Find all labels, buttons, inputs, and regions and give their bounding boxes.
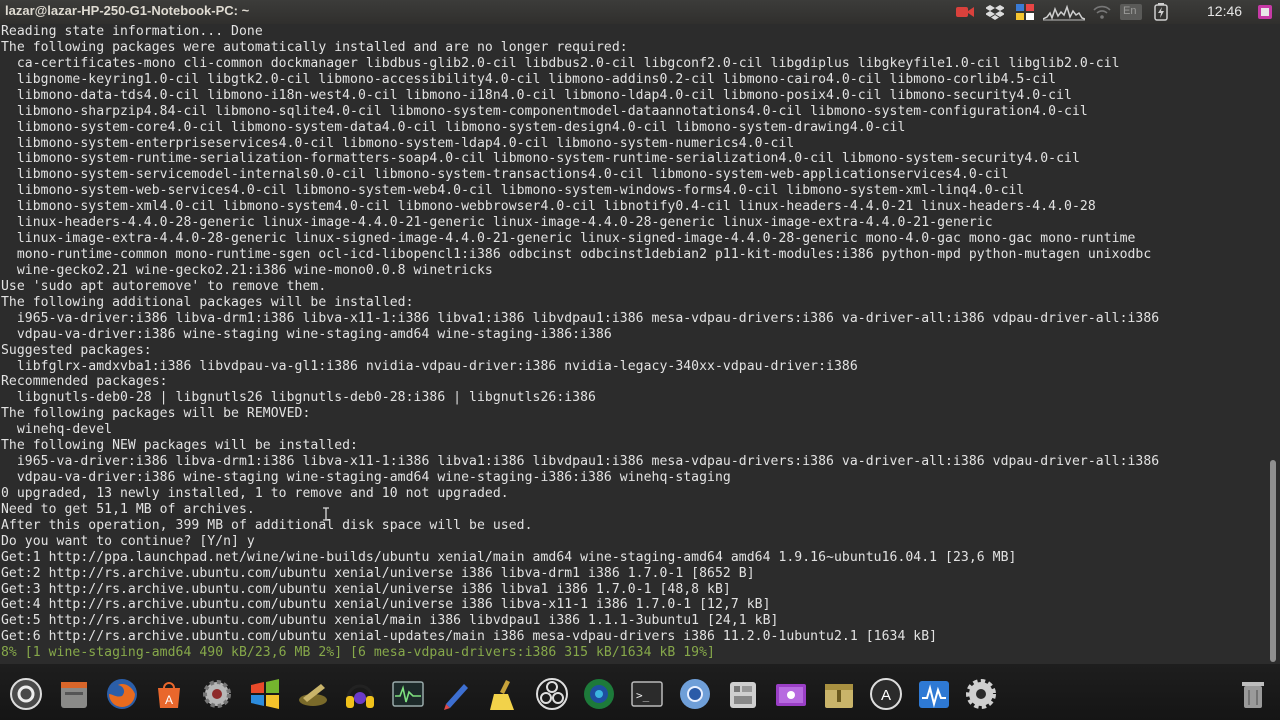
firefox-icon[interactable] — [104, 676, 140, 712]
terminal-line: libmono-system-web-services4.0-cil libmo… — [1, 183, 1025, 199]
terminal-line: libmono-system-runtime-serialization-for… — [1, 151, 1080, 167]
activity-monitor-icon[interactable] — [916, 676, 952, 712]
terminal-line: Use 'sudo apt autoremove' to remove them… — [1, 278, 327, 294]
terminal-line: vdpau-va-driver:i386 wine-staging wine-s… — [1, 470, 731, 486]
terminal-icon[interactable]: >_ — [629, 676, 665, 712]
pen-tool-icon[interactable] — [438, 676, 474, 712]
terminal-line: libmono-sharpzip4.84-cil libmono-sqlite4… — [1, 103, 1088, 119]
terminal-line: libmono-system-enterpriseservices4.0-cil… — [1, 135, 795, 151]
terminal-line: winehq-devel — [1, 422, 113, 438]
update-manager-icon[interactable]: A — [868, 676, 904, 712]
software-center-icon[interactable]: A — [151, 676, 187, 712]
gear-icon[interactable] — [963, 676, 999, 712]
terminal-line: i965-va-driver:i386 libva-drm1:i386 libv… — [1, 454, 1160, 470]
terminal-line: The following packages were automaticall… — [1, 39, 628, 55]
terminal-line: ca-certificates-mono cli-common dockmana… — [1, 55, 1120, 71]
dropbox-icon[interactable] — [985, 3, 1005, 21]
system-monitor-graph-icon[interactable] — [1042, 3, 1086, 21]
terminal-line: libfglrx-amdxvba1:i386 libvdpau-va-gl1:i… — [1, 358, 858, 374]
terminal-line: Get:6 http://rs.archive.ubuntu.com/ubunt… — [1, 629, 938, 645]
playonlinux-icon[interactable] — [295, 676, 331, 712]
terminal-line: Get:3 http://rs.archive.ubuntu.com/ubunt… — [1, 581, 731, 597]
terminal-line: The following additional packages will b… — [1, 294, 414, 310]
clock[interactable]: 12:46 — [1207, 3, 1242, 19]
terminal-line: libgnome-keyring1.0-cil libgtk2.0-cil li… — [1, 71, 1057, 87]
text-cursor-icon — [322, 506, 330, 521]
svg-text:>_: >_ — [636, 689, 650, 702]
terminal-line: libmono-system-xml4.0-cil libmono-system… — [1, 199, 1096, 215]
terminal-line: The following packages will be REMOVED: — [1, 406, 311, 422]
terminal-line: libgnutls-deb0-28 | libgnutls26 libgnutl… — [1, 390, 596, 406]
top-panel: lazar@lazar-HP-250-G1-Notebook-PC: ~ En … — [0, 0, 1280, 24]
terminal-line: Get:5 http://rs.archive.ubuntu.com/ubunt… — [1, 613, 779, 629]
archive-manager-icon[interactable] — [821, 676, 857, 712]
keyboard-layout-icon[interactable]: En — [1120, 4, 1142, 20]
terminal-line: linux-image-extra-4.4.0-28-generic linux… — [1, 231, 1136, 247]
screen-recorder-icon[interactable] — [773, 676, 809, 712]
device-manager-icon[interactable] — [725, 676, 761, 712]
terminal-line: Reading state information... Done — [1, 24, 263, 39]
terminal-line: libmono-system-core4.0-cil libmono-syste… — [1, 119, 906, 135]
terminal-line: Do you want to continue? [Y/n] y — [1, 533, 255, 549]
terminal-line: Get:4 http://rs.archive.ubuntu.com/ubunt… — [1, 597, 771, 613]
terminal-line: After this operation, 399 MB of addition… — [1, 517, 533, 533]
terminal-line: Get:1 http://ppa.launchpad.net/wine/wine… — [1, 549, 1017, 565]
download-progress-line: 8% [1 wine-staging-amd64 490 kB/23,6 MB … — [1, 645, 715, 661]
record-icon[interactable] — [955, 3, 975, 21]
apps-grid-icon[interactable] — [1015, 3, 1035, 21]
terminal-line: libmono-data-tds4.0-cil libmono-i18n-wes… — [1, 87, 1072, 103]
terminal-line: The following NEW packages will be insta… — [1, 438, 358, 454]
wine-config-icon[interactable] — [199, 676, 235, 712]
wifi-icon[interactable] — [1093, 3, 1111, 21]
terminal-line: i965-va-driver:i386 libva-drm1:i386 libv… — [1, 310, 1160, 326]
cleaner-broom-icon[interactable] — [486, 676, 522, 712]
terminal-output[interactable]: Reading state information... Done The fol… — [0, 24, 1280, 664]
terminal-line: wine-gecko2.21 wine-gecko2.21:i386 wine-… — [1, 262, 493, 278]
obs-studio-icon[interactable] — [534, 676, 570, 712]
terminal-line: linux-headers-4.4.0-28-generic linux-ima… — [1, 215, 993, 231]
audio-headphones-icon[interactable] — [342, 676, 378, 712]
globe-icon[interactable] — [581, 676, 617, 712]
ubuntu-settings-icon[interactable] — [8, 676, 44, 712]
terminal-line: Suggested packages: — [1, 342, 152, 358]
svg-text:A: A — [165, 693, 173, 707]
terminal-line: Need to get 51,1 MB of archives. — [1, 501, 255, 517]
battery-icon[interactable] — [1152, 3, 1170, 21]
terminal-line: 0 upgraded, 13 newly installed, 1 to rem… — [1, 485, 509, 501]
power-icon[interactable] — [1256, 3, 1274, 21]
terminal-line: libmono-system-servicemodel-internals0.0… — [1, 167, 1009, 183]
terminal-line: vdpau-va-driver:i386 wine-staging wine-s… — [1, 326, 612, 342]
svg-text:A: A — [881, 687, 891, 704]
system-monitor-icon[interactable] — [390, 676, 426, 712]
terminal-line: Recommended packages: — [1, 374, 168, 390]
file-manager-icon[interactable] — [56, 676, 92, 712]
trash-icon[interactable] — [1235, 676, 1271, 712]
keyboard-indicator-label: En — [1123, 5, 1137, 17]
windows-app-icon[interactable] — [247, 676, 283, 712]
scrollbar-thumb[interactable] — [1270, 460, 1276, 662]
terminal-line: Get:2 http://rs.archive.ubuntu.com/ubunt… — [1, 565, 755, 581]
window-title: lazar@lazar-HP-250-G1-Notebook-PC: ~ — [5, 3, 250, 18]
chromium-icon[interactable] — [677, 676, 713, 712]
terminal-line: mono-runtime-common mono-runtime-sgen oc… — [1, 247, 1152, 263]
